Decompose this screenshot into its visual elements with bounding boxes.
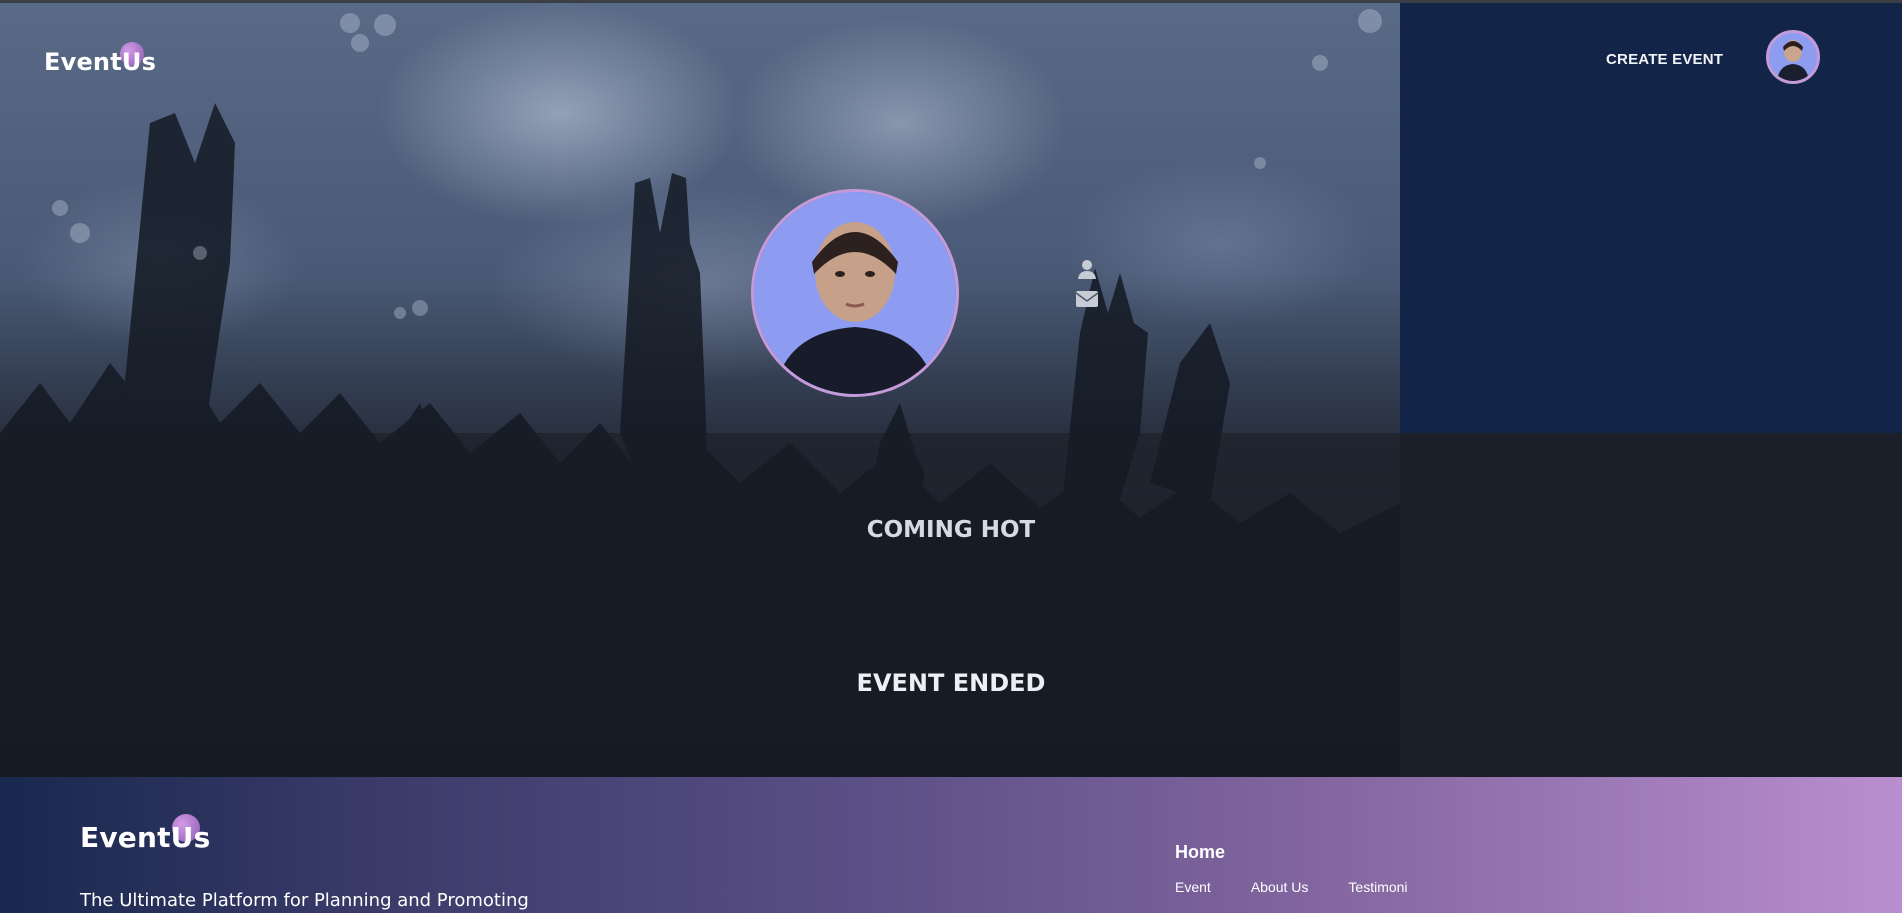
footer-link-testimoni[interactable]: Testimoni bbox=[1348, 879, 1407, 895]
mail-icon bbox=[1075, 291, 1099, 307]
event-page: EventUs CREATE EVENT COMING HOT EVENT EN… bbox=[0, 0, 1902, 913]
logo-text: EventUs bbox=[44, 48, 157, 76]
footer: EventUs The Ultimate Platform for Planni… bbox=[0, 777, 1902, 913]
browser-top-strip bbox=[0, 0, 1902, 3]
footer-home-link[interactable]: Home bbox=[1175, 842, 1225, 863]
hero-dark-band bbox=[0, 433, 1400, 777]
user-avatar[interactable] bbox=[1766, 30, 1820, 84]
profile-contact-icons bbox=[1075, 258, 1099, 318]
hero-background bbox=[0, 3, 1400, 777]
header-logo[interactable]: EventUs bbox=[44, 42, 157, 88]
footer-tagline: The Ultimate Platform for Planning and P… bbox=[80, 890, 529, 911]
footer-logo[interactable]: EventUs bbox=[80, 814, 211, 865]
footer-link-about-us[interactable]: About Us bbox=[1251, 879, 1309, 895]
user-icon bbox=[1078, 260, 1096, 279]
footer-link-event[interactable]: Event bbox=[1175, 879, 1211, 895]
right-panel-bottom bbox=[1400, 433, 1902, 777]
profile-avatar bbox=[751, 189, 959, 397]
footer-links: Event About Us Testimoni bbox=[1175, 879, 1448, 895]
create-event-link[interactable]: CREATE EVENT bbox=[1606, 51, 1723, 71]
logo-text: EventUs bbox=[80, 821, 211, 854]
event-ended-heading: EVENT ENDED bbox=[856, 669, 1046, 697]
profile-photo bbox=[754, 192, 956, 394]
avatar-image bbox=[1769, 33, 1817, 81]
coming-hot-heading: COMING HOT bbox=[866, 517, 1036, 543]
